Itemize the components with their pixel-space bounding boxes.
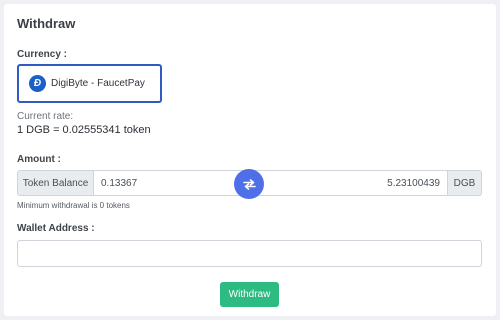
coin-amount-value: 5.23100439 [387, 178, 440, 189]
amount-input[interactable]: 0.13367 5.23100439 [94, 170, 447, 196]
token-amount-value: 0.13367 [101, 178, 138, 189]
token-balance-addon: Token Balance [17, 170, 94, 196]
withdraw-card: Withdraw Currency : Ð DigiByte - FaucetP… [4, 4, 496, 316]
wallet-address-input[interactable] [17, 240, 482, 267]
withdraw-button[interactable]: Withdraw [220, 282, 279, 307]
digibyte-coin-icon: Ð [29, 75, 46, 92]
currency-unit-addon: DGB [447, 170, 482, 196]
amount-label: Amount : [17, 154, 61, 165]
wallet-address-label: Wallet Address : [17, 223, 95, 234]
rate-label: Current rate: [17, 111, 74, 122]
currency-label: Currency : [17, 49, 68, 60]
minimum-withdrawal-note: Minimum withdrawal is 0 tokens [17, 201, 130, 210]
swap-arrows-icon [242, 178, 256, 190]
amount-input-group: Token Balance 0.13367 5.23100439 DGB [17, 169, 482, 199]
rate-value: 1 DGB = 0.02555341 token [17, 124, 151, 136]
currency-selector[interactable]: Ð DigiByte - FaucetPay [17, 64, 162, 103]
card-title: Withdraw [17, 16, 76, 31]
swap-button[interactable] [234, 169, 264, 199]
currency-selected: DigiByte - FaucetPay [51, 78, 145, 89]
